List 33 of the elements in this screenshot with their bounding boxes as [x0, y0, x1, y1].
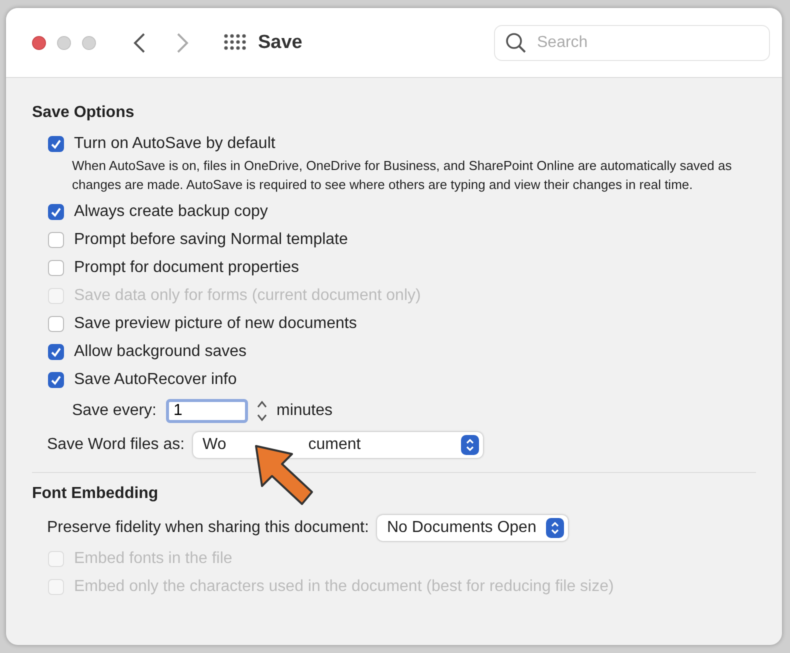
- minutes-field[interactable]: 1: [166, 399, 248, 423]
- unit-label: minutes: [276, 402, 333, 420]
- close-button[interactable]: [32, 36, 46, 50]
- section-heading: Save Options: [32, 104, 136, 122]
- checkbox[interactable]: [48, 204, 64, 220]
- window-title: Save: [258, 32, 302, 54]
- dropdown[interactable]: No Documents Open: [376, 515, 568, 541]
- chevron-icon: [460, 435, 479, 455]
- checkbox-label: Allow background saves: [74, 343, 247, 361]
- chevron-icon: [546, 518, 564, 538]
- grid-icon[interactable]: [224, 34, 246, 52]
- stepper-icon[interactable]: [256, 398, 268, 424]
- checkbox-label: Prompt before saving Normal template: [74, 231, 348, 249]
- checkbox-label: Prompt for document properties: [74, 259, 299, 277]
- field-label: Preserve fidelity when sharing this document:: [47, 519, 369, 537]
- dropdown[interactable]: Wo cument: [192, 432, 483, 458]
- checkbox[interactable]: [48, 136, 64, 152]
- search-input[interactable]: Search: [535, 32, 739, 52]
- checkbox[interactable]: [48, 260, 64, 276]
- section-heading: Font Embedding: [32, 485, 160, 503]
- checkbox[interactable]: [48, 372, 64, 388]
- search-field[interactable]: Search: [494, 24, 770, 60]
- checkbox-label: Save preview picture of new documents: [74, 315, 357, 333]
- checkbox[interactable]: [48, 316, 64, 332]
- field-label: Save every:: [72, 402, 156, 420]
- checkbox-label: Save AutoRecover info: [74, 371, 237, 389]
- field-label: Save Word files as:: [47, 436, 185, 454]
- checkbox[interactable]: [48, 232, 64, 248]
- search-icon: [505, 32, 527, 54]
- description-text: When AutoSave is on, files in OneDrive, OneDrive for Business, and SharePoint Online are automatically saved as changes are made. AutoSave is required to see where others are typing and view their changes in real time.: [71, 157, 732, 194]
- checkbox[interactable]: [48, 344, 64, 360]
- checkbox-label: Always create backup copy: [74, 203, 268, 221]
- checkbox-label: Turn on AutoSave by default: [74, 135, 276, 153]
